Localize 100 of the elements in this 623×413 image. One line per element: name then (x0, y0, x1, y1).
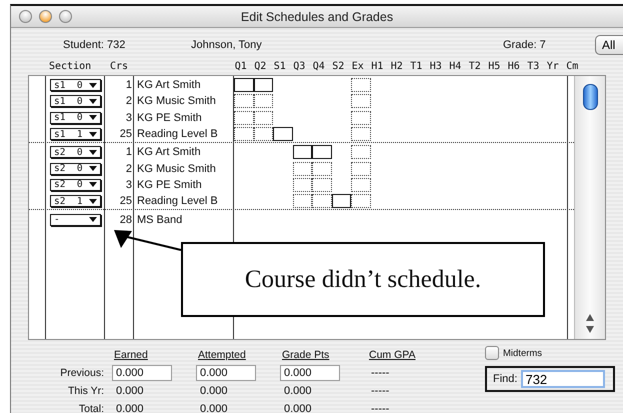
grade-field[interactable] (254, 94, 273, 108)
course-number: 2 (124, 162, 132, 175)
section-dropdown[interactable]: s2 1 (50, 195, 101, 208)
course-number: 1 (124, 146, 132, 158)
caret-icon (89, 166, 97, 172)
course-number: 25 (118, 195, 132, 208)
column-header: T2 (468, 60, 482, 72)
value-text: ----- (370, 403, 390, 413)
grade-field[interactable] (351, 178, 370, 192)
section-dropdown[interactable]: s1 0 (50, 95, 101, 108)
caret-icon (89, 132, 97, 137)
checkbox[interactable] (485, 346, 499, 360)
grade-field[interactable] (351, 145, 370, 160)
zoom-button[interactable] (59, 10, 72, 23)
scrollbar[interactable] (574, 76, 605, 339)
value-text: 0.000 (283, 403, 313, 413)
column-header: Section (49, 60, 92, 72)
column-header: Earned (114, 349, 148, 361)
grade-level: Grade: 7 (503, 39, 547, 51)
column-header: Attempted (198, 349, 246, 361)
section-dropdown[interactable]: s1 1 (50, 128, 101, 140)
grade-field[interactable] (351, 78, 370, 92)
course-name: KG PE Smith (136, 112, 203, 124)
caret-icon (89, 150, 97, 155)
course-name: KG Music Smith (136, 95, 217, 108)
input-field[interactable]: 0.000 (280, 365, 340, 381)
column-header: S1 (272, 60, 287, 72)
minimize-button[interactable] (39, 10, 52, 23)
value-text: 0.000 (199, 403, 229, 413)
column-header: H5 (487, 60, 502, 72)
grade-field[interactable] (312, 194, 332, 208)
section-dropdown[interactable]: s2 0 (50, 146, 101, 158)
caret-icon (89, 198, 97, 204)
scroll-thumb[interactable] (583, 84, 598, 110)
column-header: Cum GPA (369, 349, 416, 361)
row-label: This Yr: (67, 385, 105, 397)
grade-field[interactable] (351, 94, 370, 108)
student-name: Johnson, Tony (191, 39, 263, 51)
close-button[interactable] (19, 10, 32, 23)
caret-icon (89, 82, 97, 88)
grade-field[interactable] (234, 94, 254, 108)
course-number: 2 (124, 95, 132, 108)
input-field[interactable]: 0.000 (112, 365, 172, 381)
grade-field[interactable] (254, 110, 273, 125)
grade-field[interactable] (292, 145, 312, 160)
scroll-up-icon[interactable] (586, 314, 594, 321)
grade-field[interactable] (351, 162, 370, 176)
student-id: Student: 732 (63, 39, 126, 51)
column-header: H1 (370, 60, 384, 72)
column-header: Q3 (292, 60, 306, 72)
value-text: 0.000 (115, 385, 145, 397)
grade-field[interactable] (273, 127, 292, 142)
column-header: H3 (428, 60, 443, 72)
grade-field[interactable] (332, 194, 351, 208)
column-header: Crs (110, 60, 130, 72)
course-name: KG Art Smith (136, 79, 202, 92)
section-dropdown[interactable]: - (50, 214, 101, 226)
grade-field[interactable] (351, 127, 370, 142)
find-field[interactable]: 732 (521, 370, 606, 388)
grade-field[interactable] (312, 145, 332, 160)
grade-field[interactable] (234, 78, 254, 92)
section-dropdown[interactable]: s1 0 (50, 79, 101, 92)
course-name: Reading Level B (136, 128, 219, 140)
column-header: T3 (526, 60, 540, 72)
input-field[interactable]: 0.000 (196, 365, 256, 381)
grade-field[interactable] (351, 194, 370, 208)
grade-field[interactable] (292, 162, 312, 176)
column-header: Q4 (312, 60, 326, 72)
grade-field[interactable] (234, 127, 254, 142)
course-number: 28 (118, 214, 132, 226)
grade-field[interactable] (312, 178, 332, 192)
course-name: KG Music Smith (136, 162, 217, 175)
section-dropdown[interactable]: s1 0 (50, 112, 101, 124)
column-header: Yr (546, 60, 560, 72)
course-name: KG Art Smith (136, 146, 202, 158)
caret-icon (89, 115, 97, 120)
column-header: H4 (448, 60, 462, 72)
leader-arrow (114, 230, 182, 251)
all-button[interactable]: All (595, 35, 623, 55)
row-label: Total: (78, 403, 105, 413)
column-header: Ex (350, 60, 365, 72)
grade-field[interactable] (234, 110, 254, 125)
window-title: Edit Schedules and Grades (240, 10, 394, 24)
value-text: ----- (370, 367, 390, 379)
course-number: 3 (124, 178, 132, 191)
section-dropdown[interactable]: s2 0 (50, 178, 101, 191)
grade-field[interactable] (254, 127, 273, 142)
column-header: H2 (390, 60, 404, 72)
value-text: 0.000 (283, 385, 313, 397)
checkbox-label: Midterms (503, 348, 542, 358)
grade-field[interactable] (312, 162, 332, 176)
course-number: 25 (118, 128, 132, 140)
grade-field[interactable] (292, 178, 312, 192)
grade-field[interactable] (351, 110, 370, 125)
section-dropdown[interactable]: s2 0 (50, 162, 101, 175)
scroll-down-icon[interactable] (586, 326, 594, 333)
grade-field[interactable] (292, 194, 312, 208)
grade-field[interactable] (254, 78, 273, 92)
column-header: Grade Pts (282, 349, 330, 361)
course-number: 1 (124, 79, 132, 92)
